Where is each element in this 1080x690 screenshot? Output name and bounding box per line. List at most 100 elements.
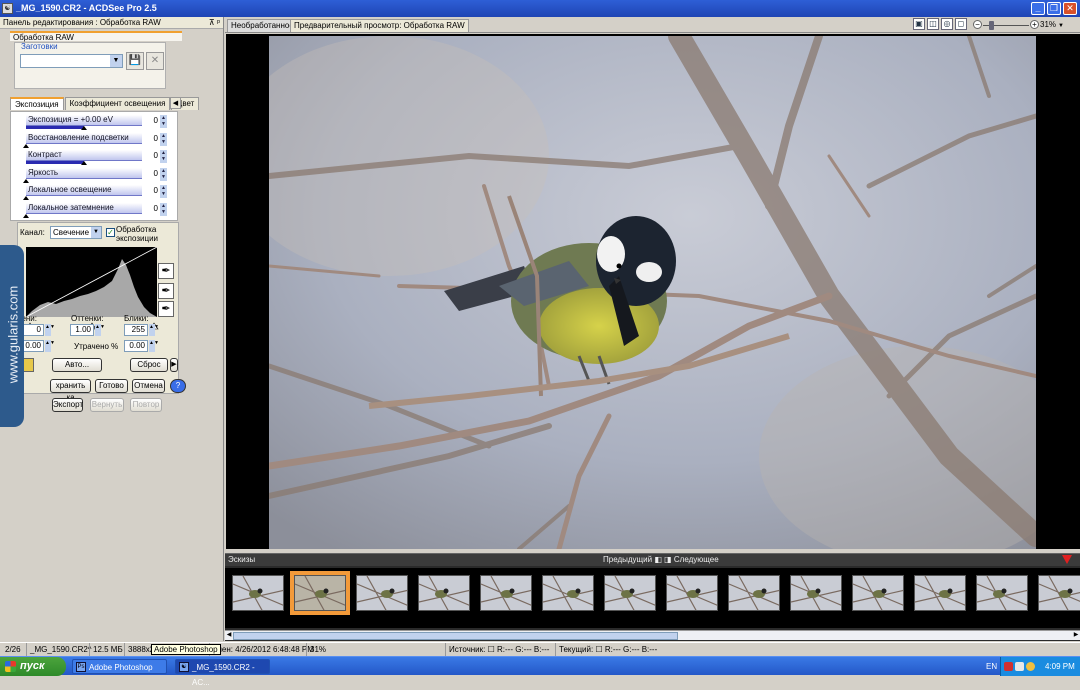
spin-icon[interactable]: ▲▼ xyxy=(149,324,159,336)
tray-icon[interactable] xyxy=(1015,662,1024,671)
scroll-right-icon[interactable]: ▶ xyxy=(1072,631,1080,640)
presets-dropdown[interactable]: ▼ xyxy=(20,54,123,68)
expand-arrow-icon[interactable]: ▶ xyxy=(170,358,178,372)
slider-handle[interactable] xyxy=(81,126,87,130)
delete-preset-button[interactable]: ✕ xyxy=(146,52,164,70)
save-button[interactable]: хранить ка xyxy=(50,379,91,402)
previous-button[interactable]: Предыдущий xyxy=(603,555,652,564)
slider-row[interactable]: Восстановление подсветки 0 ▲ ▼ xyxy=(23,132,167,149)
channel-dropdown[interactable]: Свечение ▼ xyxy=(50,226,102,239)
tab-unprocessed[interactable]: Необработанное xyxy=(227,19,298,32)
thumbnail[interactable] xyxy=(914,575,966,611)
redo-button[interactable]: Повтор xyxy=(130,398,162,412)
fit-view-icon[interactable]: ▣ xyxy=(913,18,925,30)
slider-value[interactable]: 0 xyxy=(144,204,158,216)
loupe-icon[interactable]: ◎ xyxy=(941,18,953,30)
image-viewer[interactable] xyxy=(226,34,1080,549)
spin-icon[interactable]: ▲▼ xyxy=(45,324,55,336)
slider-value[interactable]: 0 xyxy=(144,134,158,146)
prev-image-icon[interactable]: ◧ xyxy=(654,555,662,564)
eyedropper-black-icon[interactable]: ✒ xyxy=(158,263,174,279)
reset-button[interactable]: Сброс xyxy=(130,358,168,372)
spin-icon[interactable]: ▲▼ xyxy=(160,167,167,181)
thumbnail[interactable] xyxy=(728,575,780,611)
spin-icon[interactable]: ▲▼ xyxy=(45,340,55,352)
zoom-slider[interactable]: − + xyxy=(973,19,1041,31)
next-button[interactable]: Следующее xyxy=(674,555,719,564)
slider-handle[interactable] xyxy=(23,196,29,200)
thumbnail[interactable] xyxy=(480,575,532,611)
spin-icon[interactable]: ▲▼ xyxy=(95,324,105,336)
slider-handle[interactable] xyxy=(23,178,29,183)
slider-value[interactable]: 0 xyxy=(144,169,158,181)
thumbnail[interactable] xyxy=(666,575,718,611)
thumbnail[interactable] xyxy=(976,575,1028,611)
zoom-in-icon[interactable]: + xyxy=(1030,20,1039,29)
tray-icon[interactable] xyxy=(1026,662,1035,671)
done-button[interactable]: Готово xyxy=(95,379,128,393)
horizontal-scrollbar[interactable]: ◀ ▶ xyxy=(225,630,1080,640)
full-view-icon[interactable]: ◻ xyxy=(955,18,967,30)
eyedropper-white-icon[interactable]: ✒ xyxy=(158,301,174,317)
slider-row[interactable]: Локальное освещение 0 ▲ ▼ xyxy=(23,185,167,201)
slider-value[interactable]: 0 xyxy=(144,186,158,198)
zoom-level[interactable]: 31% ▼ xyxy=(1040,20,1064,29)
save-preset-button[interactable]: 💾 xyxy=(126,52,144,70)
taskbar-item-photoshop[interactable]: Ps Adobe Photoshop xyxy=(72,659,167,674)
spin-icon[interactable]: ▲▼ xyxy=(160,202,167,216)
language-indicator[interactable]: EN xyxy=(986,657,997,676)
maximize-button[interactable]: ❐ xyxy=(1047,2,1061,15)
cancel-button[interactable]: Отмена xyxy=(132,379,165,393)
thumbnail[interactable] xyxy=(604,575,656,611)
tab-preview[interactable]: Предварительный просмотр: Обработка RAW xyxy=(290,19,469,32)
slider-handle[interactable] xyxy=(81,161,87,165)
spin-icon[interactable]: ▲▼ xyxy=(149,340,159,352)
spin-icon[interactable]: ▲▼ xyxy=(160,185,167,198)
thumbnail[interactable] xyxy=(852,575,904,611)
slider-row[interactable]: Контраст 0 ▲ ▼ xyxy=(26,150,167,166)
spin-icon[interactable]: ▲▼ xyxy=(160,132,167,146)
thumbnail[interactable] xyxy=(790,575,842,611)
zoom-out-icon[interactable]: − xyxy=(973,20,982,29)
start-button[interactable]: пуск xyxy=(0,657,66,676)
thumbnail[interactable] xyxy=(356,575,408,611)
slider-handle[interactable] xyxy=(23,143,29,148)
thumbnail[interactable] xyxy=(232,575,284,611)
scroll-left-icon[interactable]: ◀ xyxy=(225,631,233,640)
highlights-input[interactable]: 255 xyxy=(124,324,148,336)
thumbnail[interactable] xyxy=(418,575,470,611)
slider-value[interactable]: 0 xyxy=(144,116,158,128)
thumbnail[interactable] xyxy=(290,571,350,615)
thumbnail[interactable] xyxy=(542,575,594,611)
split-view-icon[interactable]: ◫ xyxy=(927,18,939,30)
thumbnail[interactable] xyxy=(1038,575,1080,611)
auto-button[interactable]: Авто... xyxy=(52,358,102,372)
slider-row[interactable]: Экспозиция = +0.00 eV 0 ▲ ▼ xyxy=(26,115,167,131)
help-button[interactable]: ? xyxy=(170,379,186,393)
spin-icon[interactable]: ▲▼ xyxy=(160,115,167,128)
spin-icon[interactable]: ▲▼ xyxy=(160,150,167,163)
clock[interactable]: 4:09 PM xyxy=(1045,657,1075,676)
export-button[interactable]: Экспорт xyxy=(52,398,83,412)
tab-scroll-left-icon[interactable]: ◀ xyxy=(170,97,181,109)
collapse-arrow-icon[interactable] xyxy=(1062,555,1072,564)
slider-handle[interactable] xyxy=(23,213,29,218)
tab-lighting[interactable]: Коэффициент освещения xyxy=(64,97,171,110)
pin-icon[interactable]: ⊼ ᵖ xyxy=(209,17,220,29)
minimize-button[interactable]: _ xyxy=(1031,2,1045,15)
scroll-thumb[interactable] xyxy=(233,632,678,640)
tray-icon[interactable] xyxy=(1004,662,1013,671)
slider-row[interactable]: Локальное затемнение 0 ▲ ▼ xyxy=(23,202,167,219)
slider-value[interactable]: 0 xyxy=(144,151,158,163)
slider-row[interactable]: Яркость 0 ▲ ▼ xyxy=(23,167,167,184)
close-button[interactable]: ✕ xyxy=(1063,2,1077,15)
zoom-knob[interactable] xyxy=(989,21,994,30)
tab-exposure[interactable]: Экспозиция xyxy=(10,97,64,110)
eyedropper-gray-icon[interactable]: ✒ xyxy=(158,283,174,299)
midtones-input[interactable]: 1.00 xyxy=(70,324,94,336)
exposure-processing-checkbox[interactable]: ✓ xyxy=(106,228,115,237)
taskbar-item-acdsee[interactable]: ☯ _MG_1590.CR2 - AC... xyxy=(175,659,270,687)
next-image-icon[interactable]: ◨ xyxy=(664,555,672,564)
highlights-clip-input[interactable]: 0.00 xyxy=(124,340,148,352)
revert-button[interactable]: Вернуть xyxy=(90,398,124,412)
